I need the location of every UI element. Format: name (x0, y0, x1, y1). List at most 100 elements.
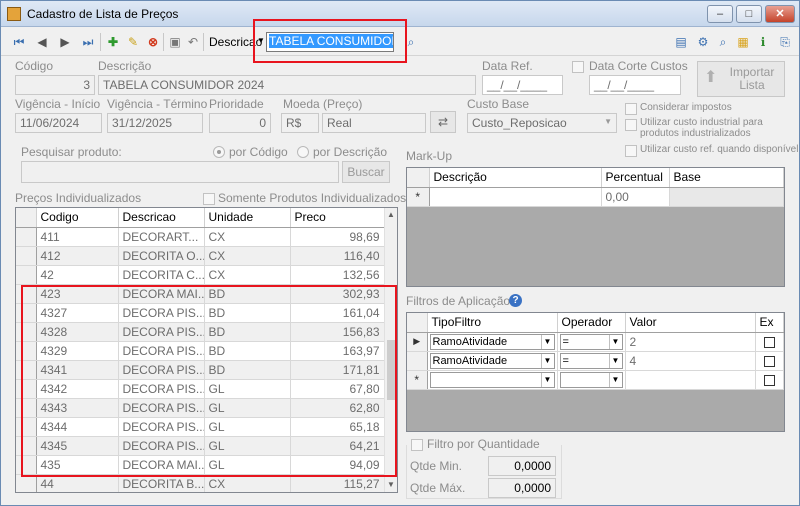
settings-icon[interactable]: ⚙ (695, 34, 711, 50)
last-record-icon[interactable]: ⏭ (80, 34, 96, 50)
table-row[interactable]: RamoAtividade ▼ = ▼ 4 (407, 351, 784, 371)
cell-valor[interactable]: 2 (625, 332, 756, 352)
cell-descricao[interactable]: DECORITA C... (118, 265, 205, 285)
save-icon[interactable]: ▣ (167, 34, 183, 50)
markup-cell-descricao[interactable] (429, 187, 602, 207)
print-icon[interactable]: ▤ (673, 34, 689, 50)
pesquisar-produto-input[interactable] (21, 161, 339, 183)
cell-operador[interactable]: = ▼ (557, 332, 626, 352)
cell-operador[interactable]: ▼ (557, 370, 626, 390)
previous-record-icon[interactable]: ◀ (34, 34, 50, 50)
operador-select[interactable]: = ▼ (559, 352, 623, 369)
table-row-new[interactable]: * 0,00 (407, 187, 784, 207)
chevron-down-icon[interactable]: ▼ (608, 372, 622, 387)
operador-select[interactable]: ▼ (559, 371, 623, 388)
custo-ref-checkbox[interactable] (625, 145, 637, 157)
cell-codigo[interactable]: 412 (36, 246, 119, 266)
next-record-icon[interactable]: ▶ (57, 34, 73, 50)
table-row[interactable]: 412 DECORITA O... CX 116,40 (16, 246, 385, 266)
buscar-button[interactable]: Buscar (342, 161, 390, 183)
table-row-new[interactable]: * ▼ ▼ (407, 370, 784, 390)
table-row[interactable]: 42 DECORITA C... CX 132,56 (16, 265, 385, 285)
markup-cell-base[interactable] (669, 187, 784, 207)
scroll-up-icon[interactable]: ▲ (387, 210, 395, 219)
cell-codigo[interactable]: 411 (36, 227, 119, 247)
column-header-base[interactable]: Base (669, 168, 784, 188)
minimize-button[interactable]: – (707, 5, 733, 23)
cell-codigo[interactable]: 42 (36, 265, 119, 285)
column-header-preco[interactable]: Preco (290, 208, 385, 228)
data-corte-checkbox[interactable] (572, 61, 584, 73)
cell-unidade[interactable]: CX (204, 265, 291, 285)
column-header-percentual[interactable]: Percentual (601, 168, 670, 188)
ex-checkbox[interactable] (763, 336, 775, 348)
column-header-descricao[interactable]: Descricao (118, 208, 205, 228)
cell-descricao[interactable]: DECORART... (118, 227, 205, 247)
moeda-code-field[interactable]: R$ (281, 113, 319, 133)
prioridade-field[interactable]: 0 (209, 113, 271, 133)
undo-icon[interactable]: ↶ (185, 34, 201, 50)
cell-preco[interactable]: 98,69 (290, 227, 385, 247)
operador-select[interactable]: = ▼ (559, 333, 623, 350)
close-button[interactable]: ✕ (765, 5, 795, 23)
vigencia-termino-field[interactable]: 31/12/2025 (107, 113, 203, 133)
data-corte-field[interactable]: __/__/____ (589, 75, 681, 95)
exit-icon[interactable]: ⎘ (777, 34, 793, 50)
chevron-down-icon[interactable]: ▼ (540, 372, 554, 387)
column-header-codigo[interactable]: Codigo (36, 208, 119, 228)
markup-cell-percentual[interactable]: 0,00 (601, 187, 670, 207)
column-header-tipofiltro[interactable]: TipoFiltro (427, 313, 558, 333)
descricao-field[interactable]: TABELA CONSUMIDOR 2024 (98, 75, 476, 95)
data-ref-field[interactable]: __/__/____ (482, 75, 563, 95)
cell-preco[interactable]: 116,40 (290, 246, 385, 266)
search-icon[interactable]: ⌕ (715, 34, 731, 50)
vigencia-inicio-field[interactable]: 11/06/2024 (15, 113, 102, 133)
first-record-icon[interactable]: ⏮ (11, 34, 27, 50)
chevron-down-icon[interactable]: ▼ (540, 353, 554, 368)
column-header-operador[interactable]: Operador (557, 313, 626, 333)
chevron-down-icon[interactable]: ▼ (608, 334, 622, 349)
radio-por-codigo[interactable] (213, 146, 225, 158)
custo-base-select[interactable]: Custo_Reposicao ▼ (467, 113, 617, 133)
moeda-lookup-button[interactable]: ⇄ (430, 111, 456, 133)
cell-tipofiltro[interactable]: ▼ (427, 370, 558, 390)
codigo-field[interactable]: 3 (15, 75, 95, 95)
cell-unidade[interactable]: CX (204, 246, 291, 266)
qtde-max-field[interactable]: 0,0000 (488, 478, 556, 498)
cell-ex[interactable] (755, 332, 784, 352)
impostos-checkbox[interactable] (625, 103, 637, 115)
tipofiltro-select[interactable]: ▼ (429, 371, 555, 388)
scroll-down-icon[interactable]: ▼ (387, 480, 395, 489)
report-icon[interactable]: ▦ (735, 34, 751, 50)
column-header-valor[interactable]: Valor (625, 313, 756, 333)
chevron-down-icon[interactable]: ▼ (608, 353, 622, 368)
cell-ex[interactable] (755, 370, 784, 390)
edit-icon[interactable]: ✎ (125, 34, 141, 50)
column-header-ex[interactable]: Ex (755, 313, 784, 333)
qtde-min-field[interactable]: 0,0000 (488, 456, 556, 476)
column-header-unidade[interactable]: Unidade (204, 208, 291, 228)
radio-por-descricao[interactable] (297, 146, 309, 158)
cell-tipofiltro[interactable]: RamoAtividade ▼ (427, 351, 558, 371)
add-icon[interactable]: ✚ (105, 34, 121, 50)
cell-preco[interactable]: 132,56 (290, 265, 385, 285)
cell-descricao[interactable]: DECORITA O... (118, 246, 205, 266)
tipofiltro-select[interactable]: RamoAtividade ▼ (429, 333, 555, 350)
help-icon[interactable]: ? (509, 294, 522, 307)
cell-ex[interactable] (755, 351, 784, 371)
help-icon[interactable]: ℹ (755, 34, 771, 50)
somente-individualizados-checkbox[interactable] (203, 193, 215, 205)
chevron-down-icon[interactable]: ▼ (540, 334, 554, 349)
importar-lista-button[interactable]: ⬆ Importar Lista (697, 61, 785, 97)
custo-industrial-checkbox[interactable] (625, 119, 637, 131)
cell-unidade[interactable]: CX (204, 227, 291, 247)
delete-icon[interactable]: ⊗ (145, 34, 161, 50)
tipofiltro-select[interactable]: RamoAtividade ▼ (429, 352, 555, 369)
column-header-descricao[interactable]: Descrição (429, 168, 602, 188)
table-row[interactable]: 411 DECORART... CX 98,69 (16, 227, 385, 247)
maximize-button[interactable]: □ (736, 5, 762, 23)
cell-operador[interactable]: = ▼ (557, 351, 626, 371)
ex-checkbox[interactable] (763, 374, 775, 386)
ex-checkbox[interactable] (763, 355, 775, 367)
cell-valor[interactable]: 4 (625, 351, 756, 371)
